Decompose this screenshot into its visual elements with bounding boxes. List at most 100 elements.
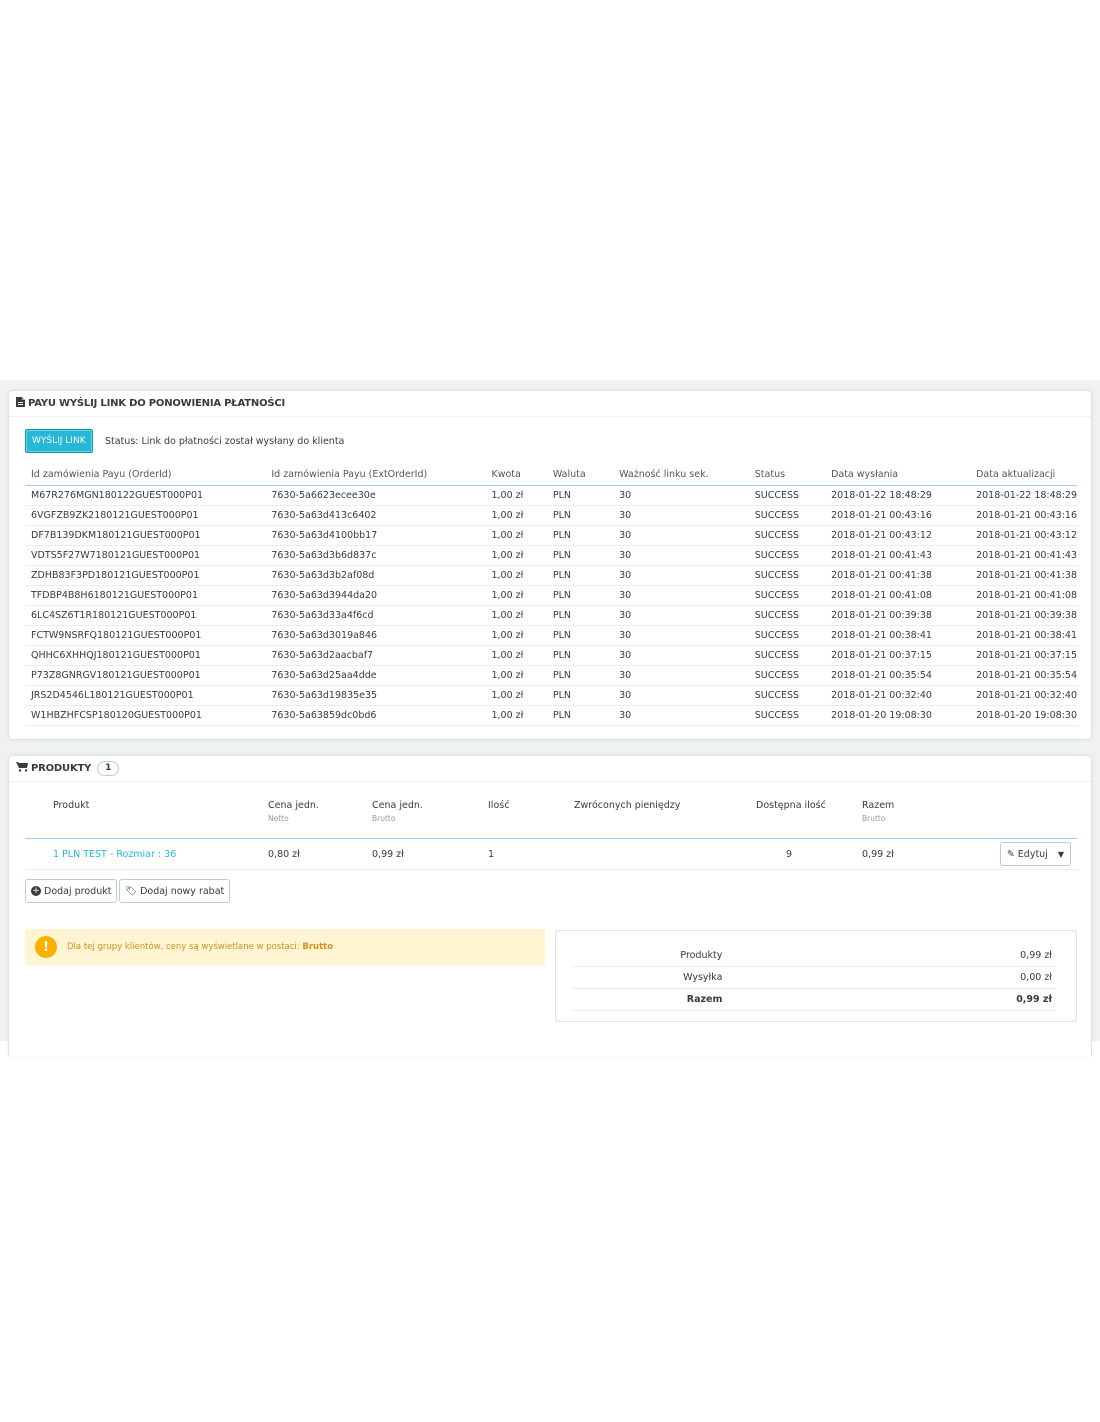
col-header-actions bbox=[962, 796, 1077, 839]
table-cell: 1,00 zł bbox=[485, 705, 547, 726]
table-cell: PLN bbox=[546, 565, 614, 586]
table-cell: 30 bbox=[613, 605, 749, 626]
table-cell: 1,00 zł bbox=[485, 485, 547, 506]
col-header: Cena jedn. Netto bbox=[240, 796, 344, 839]
table-cell: PLN bbox=[546, 645, 614, 666]
product-unit-gross: 0,99 zł bbox=[344, 838, 460, 870]
table-cell: 2018-01-21 00:43:12 bbox=[825, 525, 971, 546]
product-total: 0,99 zł bbox=[834, 838, 962, 870]
caret-down-icon[interactable]: ▼ bbox=[1058, 850, 1064, 859]
table-cell: PLN bbox=[546, 505, 614, 526]
order-page-canvas: PAYU WYŚLIJ LINK DO PONOWIENIA PŁATNOŚCI… bbox=[0, 380, 1100, 1056]
col-header: Id zamówienia Payu (OrderId) bbox=[25, 463, 266, 486]
table-cell: 2018-01-21 00:38:41 bbox=[825, 625, 971, 646]
table-cell: 30 bbox=[613, 485, 749, 506]
table-cell: PLN bbox=[546, 665, 614, 686]
table-cell: 2018-01-20 19:08:30 bbox=[970, 705, 1077, 726]
table-cell: SUCCESS bbox=[748, 705, 826, 726]
add-product-button[interactable]: + Dodaj produkt bbox=[25, 879, 118, 903]
table-cell: 2018-01-21 00:39:38 bbox=[970, 605, 1077, 626]
col-header: Status bbox=[748, 463, 826, 486]
price-display-alert: ! Dla tej grupy klientów, ceny są wyświe… bbox=[25, 929, 545, 965]
pencil-icon: ✎ bbox=[1006, 848, 1015, 860]
table-cell: 2018-01-21 00:32:40 bbox=[970, 685, 1077, 706]
col-header: Id zamówienia Payu (ExtOrderId) bbox=[265, 463, 486, 486]
summary-value: 0,99 zł bbox=[862, 988, 1056, 1011]
table-cell: 2018-01-21 00:41:08 bbox=[825, 585, 971, 606]
payu-panel-title: PAYU WYŚLIJ LINK DO PONOWIENIA PŁATNOŚCI bbox=[28, 398, 286, 409]
table-cell: SUCCESS bbox=[748, 665, 826, 686]
table-cell: 2018-01-22 18:48:29 bbox=[825, 485, 971, 506]
table-cell: 6LC4SZ6T1R180121GUEST000P01 bbox=[25, 605, 266, 626]
table-row: M67R276MGN180122GUEST000P01 7630-5a6623ec… bbox=[25, 485, 1077, 506]
table-cell: 2018-01-21 00:39:38 bbox=[825, 605, 971, 626]
table-cell: 7630-5a63d413c6402 bbox=[265, 505, 486, 526]
table-cell: 2018-01-21 00:38:41 bbox=[970, 625, 1077, 646]
product-available: 9 bbox=[728, 838, 834, 870]
summary-value: 0,00 zł bbox=[862, 966, 1056, 989]
table-row: ZDHB83F3PD180121GUEST000P01 7630-5a63d3b2… bbox=[25, 565, 1077, 586]
table-cell: SUCCESS bbox=[748, 585, 826, 606]
table-row: P73Z8GNRGV180121GUEST000P01 7630-5a63d25a… bbox=[25, 665, 1077, 686]
col-header: Waluta bbox=[546, 463, 614, 486]
table-cell: 7630-5a6623ecee30e bbox=[265, 485, 486, 506]
table-cell: SUCCESS bbox=[748, 605, 826, 626]
table-cell: 30 bbox=[613, 585, 749, 606]
table-row: FCTW9NSRFQ180121GUEST000P01 7630-5a63d301… bbox=[25, 625, 1077, 646]
table-cell: JRS2D4546L180121GUEST000P01 bbox=[25, 685, 266, 706]
table-row: JRS2D4546L180121GUEST000P01 7630-5a63d198… bbox=[25, 685, 1077, 706]
table-cell: 2018-01-21 00:41:43 bbox=[970, 545, 1077, 566]
table-cell: 7630-5a63d2aacbaf7 bbox=[265, 645, 486, 666]
summary-label: Produkty bbox=[572, 945, 863, 967]
table-cell: 2018-01-21 00:41:38 bbox=[970, 565, 1077, 586]
table-cell: SUCCESS bbox=[748, 685, 826, 706]
table-cell: 30 bbox=[613, 525, 749, 546]
table-cell: PLN bbox=[546, 685, 614, 706]
summary-value: 0,99 zł bbox=[862, 945, 1056, 967]
table-cell: 30 bbox=[613, 685, 749, 706]
table-cell: 6VGFZB9ZK2180121GUEST000P01 bbox=[25, 505, 266, 526]
table-cell: M67R276MGN180122GUEST000P01 bbox=[25, 485, 266, 506]
send-link-button[interactable]: WYŚLIJ LINK bbox=[25, 429, 93, 453]
payu-status-text: Status: Link do płatności został wysłany… bbox=[105, 436, 345, 447]
table-row: 6VGFZB9ZK2180121GUEST000P01 7630-5a63d413… bbox=[25, 505, 1077, 526]
table-cell: 1,00 zł bbox=[485, 685, 547, 706]
table-cell: SUCCESS bbox=[748, 625, 826, 646]
table-cell: 7630-5a63859dc0bd6 bbox=[265, 705, 486, 726]
order-summary-box: Produkty 0,99 zł Wysyłka 0,00 zł Razem 0… bbox=[555, 930, 1077, 1022]
products-panel-header: PRODUKTY 1 bbox=[9, 756, 1091, 782]
table-cell: SUCCESS bbox=[748, 525, 826, 546]
products-count-badge: 1 bbox=[97, 761, 120, 776]
table-cell: 30 bbox=[613, 565, 749, 586]
table-cell: P73Z8GNRGV180121GUEST000P01 bbox=[25, 665, 266, 686]
warning-icon: ! bbox=[35, 936, 57, 958]
summary-label: Razem bbox=[572, 988, 863, 1011]
table-cell: DF7B139DKM180121GUEST000P01 bbox=[25, 525, 266, 546]
tag-icon: 🏷 bbox=[125, 885, 138, 897]
plus-circle-icon: + bbox=[31, 886, 41, 896]
product-name-link[interactable]: 1 PLN TEST - Rozmiar : 36 bbox=[53, 849, 176, 860]
table-cell: W1HBZHFCSP180120GUEST000P01 bbox=[25, 705, 266, 726]
col-header: Ilość bbox=[460, 796, 546, 839]
table-cell: SUCCESS bbox=[748, 565, 826, 586]
table-cell: 2018-01-21 00:37:15 bbox=[825, 645, 971, 666]
summary-row-total: Razem 0,99 zł bbox=[572, 988, 1056, 1011]
col-header: Razem Brutto bbox=[834, 796, 962, 839]
table-row: W1HBZHFCSP180120GUEST000P01 7630-5a63859d… bbox=[25, 705, 1077, 726]
table-cell: 7630-5a63d4100bb17 bbox=[265, 525, 486, 546]
table-cell: TFDBP4B8H6180121GUEST000P01 bbox=[25, 585, 266, 606]
table-cell: 7630-5a63d3944da20 bbox=[265, 585, 486, 606]
table-cell: PLN bbox=[546, 625, 614, 646]
edit-button-label: Edytuj bbox=[1017, 848, 1048, 860]
edit-product-button[interactable]: ✎ Edytuj ▼ bbox=[999, 842, 1071, 866]
col-header: Dostępna ilość bbox=[728, 796, 834, 839]
col-header: Data wysłania bbox=[825, 463, 971, 486]
col-header: Kwota bbox=[485, 463, 547, 486]
table-cell: 2018-01-21 00:37:15 bbox=[970, 645, 1077, 666]
table-cell: QHHC6XHHQJ180121GUEST000P01 bbox=[25, 645, 266, 666]
add-discount-label: Dodaj nowy rabat bbox=[140, 885, 225, 897]
table-cell: SUCCESS bbox=[748, 505, 826, 526]
table-cell: ZDHB83F3PD180121GUEST000P01 bbox=[25, 565, 266, 586]
table-row: VDTS5F27W7180121GUEST000P01 7630-5a63d3b6… bbox=[25, 545, 1077, 566]
add-discount-button[interactable]: 🏷 Dodaj nowy rabat bbox=[119, 879, 231, 903]
